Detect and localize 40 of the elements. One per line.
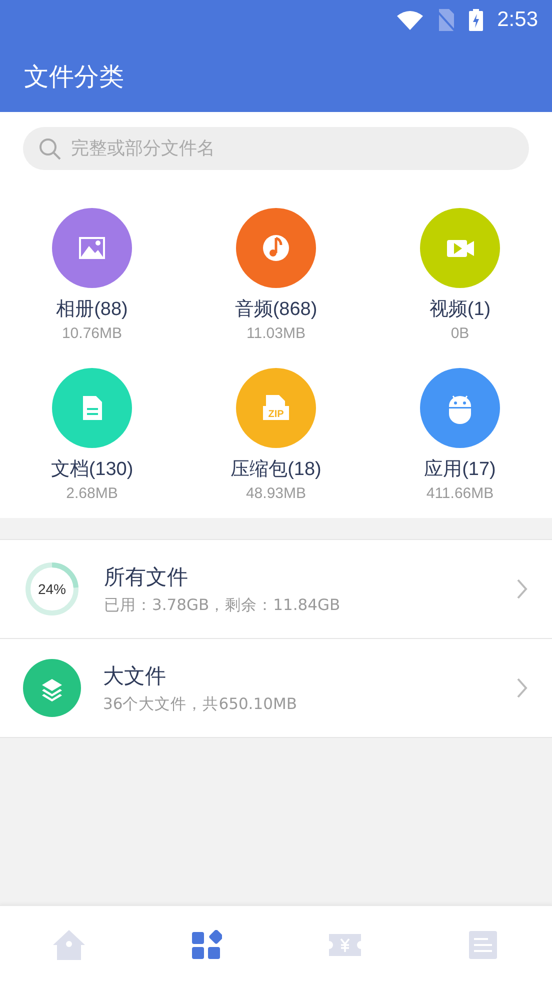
category-size: 10.76MB bbox=[62, 325, 122, 342]
category-name: 相册(88) bbox=[56, 298, 128, 322]
ticket-icon bbox=[328, 932, 362, 956]
row-subtitle: 已用：3.78GB，剩余：11.84GB bbox=[104, 594, 340, 616]
list-row[interactable]: 24% 所有文件 已用：3.78GB，剩余：11.84GB bbox=[0, 540, 552, 638]
status-time: 2:53 bbox=[497, 8, 538, 32]
list-icon bbox=[469, 930, 497, 958]
category-size: 48.93MB bbox=[246, 485, 306, 502]
list-row[interactable]: 大文件 36个大文件，共650.10MB bbox=[0, 638, 552, 737]
category-size: 11.03MB bbox=[246, 325, 306, 342]
row-subtitle: 36个大文件，共650.10MB bbox=[103, 694, 297, 714]
category-size: 411.66MB bbox=[426, 485, 494, 502]
search-icon bbox=[39, 138, 61, 160]
zip-file-icon: ZIP bbox=[236, 368, 316, 448]
category-name: 音频(868) bbox=[234, 298, 318, 322]
category-item[interactable]: 音频(868) 11.03MB bbox=[184, 208, 368, 342]
category-size: 0B bbox=[450, 325, 470, 342]
row-title: 所有文件 bbox=[104, 564, 188, 590]
category-name: 视频(1) bbox=[429, 298, 491, 322]
category-item[interactable]: ZIP 压缩包(18) 48.93MB bbox=[184, 368, 368, 502]
wifi-icon bbox=[397, 10, 424, 30]
app-title: 文件分类 bbox=[24, 60, 124, 92]
category-size: 2.68MB bbox=[66, 485, 118, 502]
category-name: 文档(130) bbox=[50, 458, 134, 482]
search-field[interactable]: 完整或部分文件名 bbox=[23, 127, 529, 170]
row-title: 大文件 bbox=[103, 662, 166, 690]
no-sim-icon bbox=[437, 9, 456, 31]
chevron-right-icon bbox=[516, 578, 528, 600]
battery-icon bbox=[469, 9, 484, 31]
grid-icon bbox=[192, 930, 222, 960]
category-item[interactable]: 视频(1) 0B bbox=[368, 208, 552, 342]
category-item[interactable]: 应用(17) 411.66MB bbox=[368, 368, 552, 502]
layers-icon bbox=[23, 659, 81, 717]
house-icon bbox=[52, 928, 86, 960]
category-item[interactable]: 相册(88) 10.76MB bbox=[0, 208, 184, 342]
category-item[interactable]: 文档(130) 2.68MB bbox=[0, 368, 184, 502]
percent-label: 24% bbox=[36, 580, 68, 599]
chevron-right-icon bbox=[516, 677, 528, 699]
category-name: 压缩包(18) bbox=[230, 458, 322, 482]
category-name: 应用(17) bbox=[424, 458, 496, 482]
